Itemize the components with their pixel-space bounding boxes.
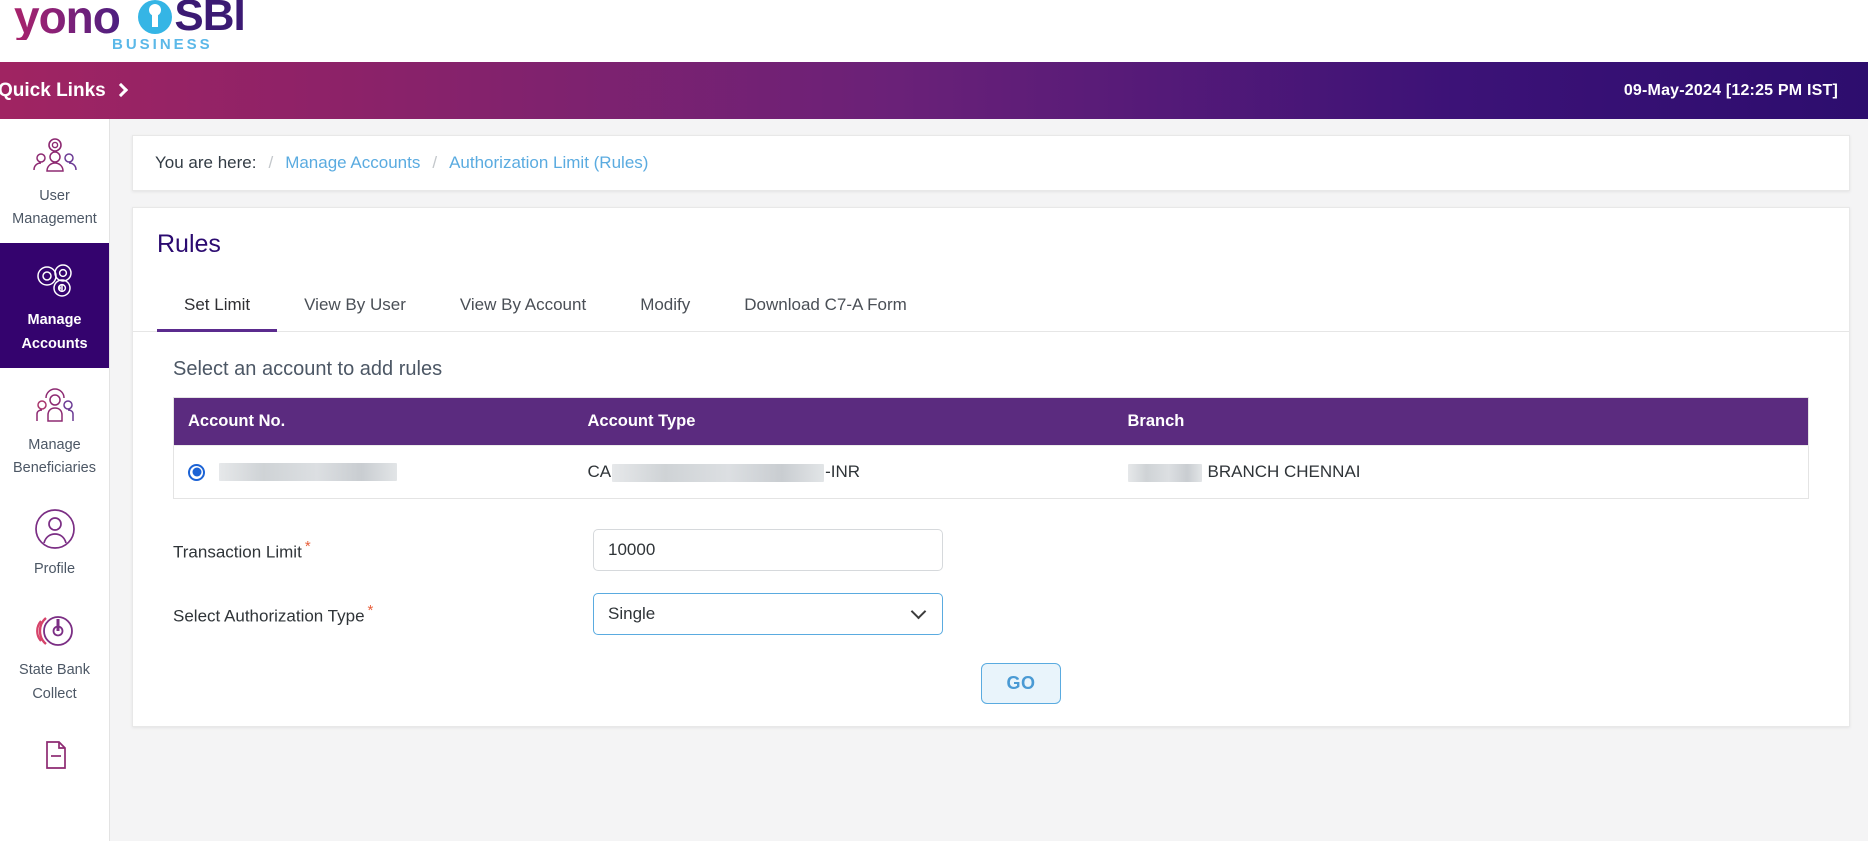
gears-accounts-icon	[4, 257, 105, 303]
transaction-limit-label-text: Transaction Limit	[173, 542, 302, 561]
page-body: User Management Manage Accounts	[0, 119, 1868, 841]
tab-download-c7a-form[interactable]: Download C7-A Form	[717, 285, 934, 332]
sidebar-item-documents[interactable]	[0, 718, 109, 796]
rules-form: Transaction Limit* Select Authorization …	[133, 499, 1849, 704]
tab-bar: Set Limit View By User View By Account M…	[133, 285, 1849, 332]
redacted-account-type	[612, 464, 824, 482]
account-select-radio[interactable]	[188, 464, 205, 481]
column-header-account-type: Account Type	[574, 398, 1114, 446]
sidebar-item-label: Manage Beneficiaries	[4, 434, 105, 480]
breadcrumb-prefix: You are here:	[155, 153, 256, 173]
redacted-branch-prefix	[1128, 464, 1202, 482]
chevron-right-icon	[114, 82, 128, 96]
users-gear-icon	[4, 133, 105, 179]
authorization-type-label-text: Select Authorization Type	[173, 606, 365, 625]
table-row[interactable]: CA -INR BRANCH CHENNAI	[174, 446, 1809, 499]
sidebar-item-label: User Management	[4, 185, 105, 231]
redacted-account-number	[219, 463, 397, 481]
business-subtitle: BUSINESS	[112, 36, 213, 53]
sidebar-item-label: Manage Accounts	[4, 309, 105, 355]
sidebar-item-state-bank-collect[interactable]: State Bank Collect	[0, 593, 109, 717]
sidebar-item-manage-beneficiaries[interactable]: Manage Beneficiaries	[0, 368, 109, 492]
breadcrumb: You are here: / Manage Accounts / Author…	[132, 135, 1850, 191]
account-type-suffix: -INR	[825, 462, 860, 481]
authorization-type-label: Select Authorization Type*	[173, 602, 593, 627]
branch-name: BRANCH CHENNAI	[1208, 462, 1361, 481]
breadcrumb-separator: /	[432, 153, 437, 173]
rules-panel: Rules Set Limit View By User View By Acc…	[132, 207, 1850, 727]
session-timestamp: 09-May-2024 [12:25 PM IST]	[1624, 82, 1852, 100]
column-header-account-no: Account No.	[174, 398, 574, 446]
column-header-branch: Branch	[1114, 398, 1809, 446]
cell-branch: BRANCH CHENNAI	[1114, 446, 1809, 499]
sidebar-item-label: Profile	[4, 558, 105, 581]
sidebar-item-label: State Bank Collect	[4, 659, 105, 705]
section-heading: Select an account to add rules	[133, 332, 1849, 397]
account-table: Account No. Account Type Branch	[173, 397, 1809, 499]
authorization-type-value: Single	[608, 604, 655, 624]
sbi-collect-icon	[4, 607, 105, 653]
tab-view-by-user[interactable]: View By User	[277, 285, 433, 332]
breadcrumb-separator: /	[268, 153, 273, 173]
go-button[interactable]: GO	[981, 663, 1060, 704]
top-bar: Quick Links 09-May-2024 [12:25 PM IST]	[0, 62, 1868, 119]
content-area: You are here: / Manage Accounts / Author…	[110, 119, 1868, 841]
sidebar-item-manage-accounts[interactable]: Manage Accounts	[0, 243, 109, 367]
sbi-keyhole-icon	[138, 0, 172, 34]
people-gear-icon	[4, 382, 105, 428]
chevron-down-icon	[911, 604, 927, 620]
document-icon	[4, 732, 105, 778]
table-header-row: Account No. Account Type Branch	[174, 398, 1809, 446]
breadcrumb-link-manage-accounts[interactable]: Manage Accounts	[285, 153, 420, 173]
required-asterisk: *	[305, 538, 311, 555]
authorization-type-row: Select Authorization Type* Single	[173, 593, 1809, 635]
sidebar-item-profile[interactable]: Profile	[0, 492, 109, 593]
page-title: Rules	[133, 230, 1849, 259]
cell-account-type: CA -INR	[574, 446, 1114, 499]
transaction-limit-input[interactable]	[593, 529, 943, 571]
transaction-limit-row: Transaction Limit*	[173, 529, 1809, 571]
quick-links-button[interactable]: Quick Links	[0, 80, 126, 102]
quick-links-label: Quick Links	[0, 80, 106, 102]
breadcrumb-link-authorization-limit[interactable]: Authorization Limit (Rules)	[449, 153, 648, 173]
tab-set-limit[interactable]: Set Limit	[157, 285, 277, 332]
account-table-wrap: Account No. Account Type Branch	[133, 397, 1849, 499]
sbi-lockup: SBI	[138, 0, 244, 38]
yono-wordmark: yono	[14, 0, 120, 40]
go-button-row: GO	[233, 657, 1809, 704]
logo-bar: yono SBI BUSINESS	[0, 0, 1868, 62]
tab-modify[interactable]: Modify	[613, 285, 717, 332]
tab-view-by-account[interactable]: View By Account	[433, 285, 613, 332]
account-type-prefix: CA	[588, 462, 612, 481]
user-circle-icon	[4, 506, 105, 552]
required-asterisk: *	[368, 602, 374, 619]
sbi-wordmark: SBI	[174, 0, 244, 38]
authorization-type-select[interactable]: Single	[593, 593, 943, 635]
yono-sbi-business-logo[interactable]: yono SBI BUSINESS	[14, 0, 264, 56]
sidebar-item-user-management[interactable]: User Management	[0, 119, 109, 243]
cell-account-no	[174, 446, 574, 499]
transaction-limit-label: Transaction Limit*	[173, 538, 593, 563]
sidebar-nav: User Management Manage Accounts	[0, 119, 110, 841]
